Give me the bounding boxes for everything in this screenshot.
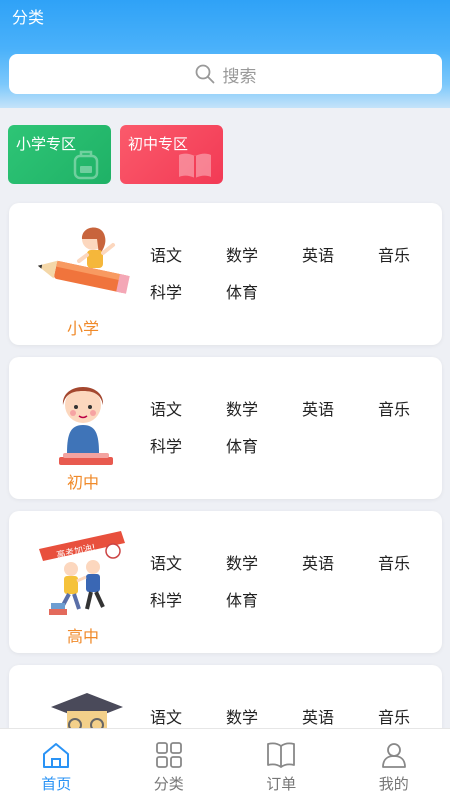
subject-chinese[interactable]: 语文 bbox=[150, 554, 182, 574]
bottom-tab-bar: 首页 分类 订单 我的 bbox=[0, 728, 450, 800]
girl-on-books-illustration bbox=[59, 387, 113, 465]
subject-math[interactable]: 数学 bbox=[226, 554, 258, 574]
grade-card-junior[interactable]: 初中 语文 数学 英语 音乐 科学 体育 bbox=[9, 357, 442, 499]
tab-category-label: 分类 bbox=[153, 775, 184, 793]
search-icon bbox=[195, 64, 214, 84]
grade-label: 初中 bbox=[66, 473, 99, 492]
grade-label: 高中 bbox=[66, 627, 99, 646]
tab-home-label: 首页 bbox=[41, 775, 72, 793]
subject-chinese[interactable]: 语文 bbox=[150, 400, 182, 420]
subject-pe[interactable]: 体育 bbox=[226, 437, 258, 457]
subject-science[interactable]: 科学 bbox=[150, 437, 182, 457]
zone-row: 小学专区 初中专区 bbox=[8, 125, 223, 184]
grid-icon bbox=[155, 742, 182, 768]
person-icon bbox=[381, 743, 406, 768]
zone-junior-button[interactable]: 初中专区 bbox=[120, 125, 223, 184]
girl-on-pencil-illustration bbox=[37, 227, 130, 294]
backpack-icon bbox=[73, 150, 99, 180]
subject-music[interactable]: 音乐 bbox=[378, 554, 410, 574]
subject-music[interactable]: 音乐 bbox=[378, 400, 410, 420]
subject-pe[interactable]: 体育 bbox=[226, 283, 258, 303]
subject-music[interactable]: 音乐 bbox=[378, 708, 410, 728]
search-placeholder: 搜索 bbox=[222, 66, 257, 87]
tab-profile[interactable]: 我的 bbox=[338, 729, 450, 800]
subject-science[interactable]: 科学 bbox=[150, 591, 182, 611]
zone-primary-label: 小学专区 bbox=[16, 135, 77, 153]
tab-orders-label: 订单 bbox=[266, 775, 297, 793]
subject-english[interactable]: 英语 bbox=[302, 400, 334, 420]
subject-pe[interactable]: 体育 bbox=[226, 591, 258, 611]
subject-english[interactable]: 英语 bbox=[302, 708, 334, 728]
zone-junior-label: 初中专区 bbox=[128, 135, 189, 153]
tab-profile-label: 我的 bbox=[378, 775, 409, 793]
book-icon bbox=[179, 153, 211, 178]
tab-category[interactable]: 分类 bbox=[113, 729, 226, 800]
subject-music[interactable]: 音乐 bbox=[378, 246, 410, 266]
grade-card-primary[interactable]: 小学 语文 数学 英语 音乐 科学 体育 bbox=[9, 203, 442, 345]
home-icon bbox=[43, 743, 70, 768]
zone-primary-button[interactable]: 小学专区 bbox=[8, 125, 111, 184]
open-book-icon bbox=[267, 742, 296, 768]
search-bar[interactable]: 搜索 bbox=[9, 54, 442, 94]
subject-science[interactable]: 科学 bbox=[150, 283, 182, 303]
grade-card-senior[interactable]: 高考加油! 高中 语文 数学 英语 音乐 科学 体育 bbox=[9, 511, 442, 653]
top-header: 分类 搜索 bbox=[0, 0, 450, 108]
cheering-students-illustration: 高考加油! bbox=[39, 531, 125, 615]
grade-label: 小学 bbox=[66, 319, 99, 338]
subject-chinese[interactable]: 语文 bbox=[150, 708, 182, 728]
subject-english[interactable]: 英语 bbox=[302, 246, 334, 266]
tab-orders[interactable]: 订单 bbox=[225, 729, 338, 800]
tab-home[interactable]: 首页 bbox=[0, 729, 113, 800]
subject-math[interactable]: 数学 bbox=[226, 246, 258, 266]
subject-english[interactable]: 英语 bbox=[302, 554, 334, 574]
subject-chinese[interactable]: 语文 bbox=[150, 246, 182, 266]
page-title: 分类 bbox=[12, 8, 45, 27]
subject-math[interactable]: 数学 bbox=[226, 400, 258, 420]
subject-math[interactable]: 数学 bbox=[226, 708, 258, 728]
